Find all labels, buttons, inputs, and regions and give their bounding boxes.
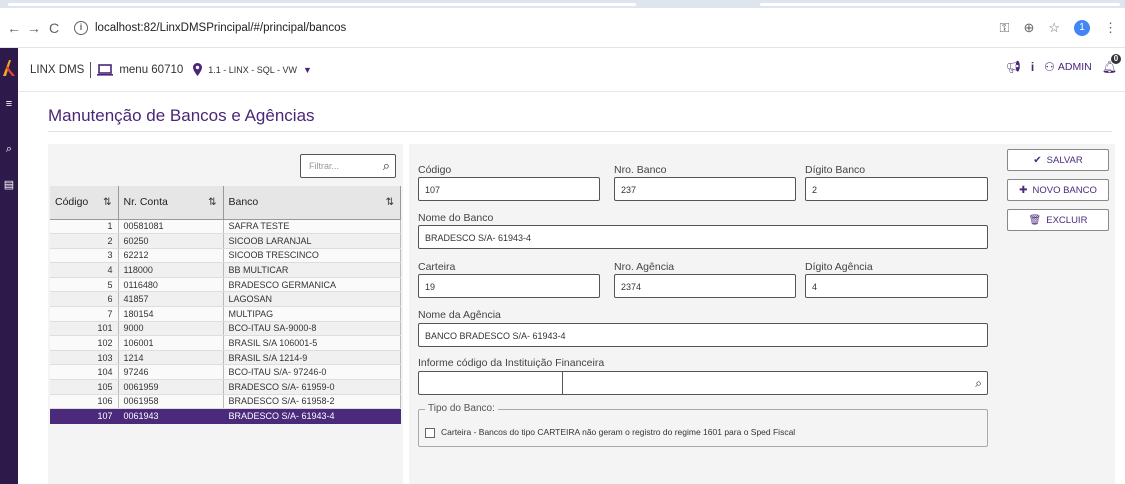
reload-icon[interactable]: C	[44, 20, 64, 36]
filter-input[interactable]: Filtrar... ⌕	[300, 154, 396, 178]
forward-icon[interactable]: →	[24, 20, 44, 36]
table-row[interactable]: 7 180154 MULTIPAG	[50, 306, 401, 322]
location-selector[interactable]: 1.1 - LINX - SQL - VW ▼	[193, 63, 312, 76]
menu-indicator[interactable]: menu 60710	[97, 64, 183, 76]
profile-avatar[interactable]: 1	[1074, 20, 1090, 36]
column-header-codigo[interactable]: Código ⇅	[50, 186, 119, 220]
nome-banco-field[interactable]: BRADESCO S/A- 61943-4	[418, 225, 988, 249]
browser-actions: ⚿ ⊕ ☆ 1 ⋮	[1000, 20, 1117, 36]
instituicao-label: Informe código da Instituição Financeira	[418, 357, 605, 369]
carteira-checkbox[interactable]	[425, 428, 435, 438]
table-row[interactable]: 105 0061959 BRADESCO S/A- 61959-0	[50, 379, 401, 395]
table-row[interactable]: 104 97246 BCO-ITAU S/A- 97246-0	[50, 364, 401, 381]
save-button[interactable]: ✔ SALVAR	[1007, 149, 1109, 171]
zoom-icon[interactable]: ⊕	[1023, 20, 1034, 36]
delete-button[interactable]: 🗑︎ EXCLUIR	[1007, 209, 1109, 231]
bank-list-panel: Filtrar... ⌕ Código ⇅ Nr. Conta ⇅ Banco …	[48, 144, 403, 484]
tipo-banco-group: Tipo do Banco: Carteira - Bancos do tipo…	[418, 403, 988, 447]
column-header-banco[interactable]: Banco ⇅	[223, 186, 401, 220]
browser-tab-strip	[0, 0, 1125, 8]
nro-agencia-field[interactable]: 2374	[614, 274, 796, 298]
user-menu[interactable]: ⚇ ADMIN	[1044, 60, 1092, 74]
nro-agencia-label: Nro. Agência	[614, 261, 675, 273]
star-icon[interactable]: ☆	[1048, 20, 1060, 36]
app-name: LINX DMS	[30, 63, 85, 76]
column-header-conta[interactable]: Nr. Conta ⇅	[118, 186, 224, 220]
chevron-down-icon[interactable]: ▼	[303, 65, 312, 75]
key-icon[interactable]: ⚿	[1000, 20, 1010, 36]
table-row-selected[interactable]: 107 0061943 BRADESCO S/A- 61943-4	[50, 408, 401, 424]
title-divider	[48, 131, 1112, 132]
menu-icon[interactable]: ≡	[3, 98, 15, 110]
site-info-icon[interactable]: i	[74, 20, 88, 35]
table-row[interactable]: 1 00581081 SAFRA TESTE	[50, 219, 401, 235]
digito-banco-label: Dígito Banco	[805, 164, 866, 176]
info-icon[interactable]: i	[1031, 60, 1034, 74]
sort-icon[interactable]: ⇅	[208, 197, 216, 208]
user-name: ADMIN	[1057, 61, 1092, 73]
url-field[interactable]: i localhost:82/LinxDMSPrincipal/#/princi…	[74, 20, 347, 35]
sort-icon[interactable]: ⇅	[386, 197, 394, 208]
table-row[interactable]: 2 60250 SICOOB LARANJAL	[50, 233, 401, 249]
actions-panel: ✔ SALVAR ✚ NOVO BANCO 🗑︎ EXCLUIR	[997, 144, 1115, 484]
trash-icon: 🗑︎	[1028, 214, 1042, 226]
digito-banco-field[interactable]: 2	[805, 177, 988, 201]
table-row[interactable]: 6 41857 LAGOSAN	[50, 291, 401, 308]
page-title: Manutenção de Bancos e Agências	[48, 106, 315, 125]
location-pin-icon	[193, 63, 203, 76]
clipboard-icon[interactable]: ▤	[3, 179, 15, 191]
back-icon[interactable]: ←	[4, 20, 24, 36]
nro-banco-label: Nro. Banco	[614, 164, 667, 176]
browser-tab-edge	[8, 3, 636, 6]
app-header: LINX DMS menu 60710 1.1 - LINX - SQL - V…	[18, 48, 1125, 92]
table-row[interactable]: 4 118000 BB MULTICAR	[50, 262, 401, 278]
carteira-label: Carteira	[418, 261, 456, 273]
plus-icon: ✚	[1019, 184, 1028, 196]
bank-table: Código ⇅ Nr. Conta ⇅ Banco ⇅ 1 00581081 SA…	[50, 186, 401, 424]
header-divider	[90, 61, 92, 78]
carteira-checkbox-label: Carteira - Bancos do tipo CARTEIRA não g…	[441, 427, 796, 437]
codigo-label: Código	[418, 164, 452, 176]
monitor-icon	[97, 63, 114, 76]
megaphone-icon[interactable]: 📢︎	[1006, 60, 1021, 74]
new-bank-button[interactable]: ✚ NOVO BANCO	[1007, 179, 1109, 201]
url-text: localhost:82/LinxDMSPrincipal/#/principa…	[95, 21, 347, 34]
instituicao-lookup: ⌕	[418, 371, 988, 395]
menu-number: menu 60710	[119, 63, 184, 76]
tipo-banco-legend: Tipo do Banco:	[425, 403, 498, 414]
header-actions: 📢︎ i ⚇ ADMIN 🔔︎ 0	[1006, 54, 1121, 74]
table-row[interactable]: 5 0116480 BRADESCO GERMANICA	[50, 277, 401, 293]
nome-agencia-label: Nome da Agência	[418, 309, 501, 321]
sort-icon[interactable]: ⇅	[103, 197, 111, 208]
search-icon[interactable]: ⌕	[383, 158, 390, 174]
table-row[interactable]: 102 106001 BRASIL S/A 106001-5	[50, 335, 401, 351]
table-row[interactable]: 101 9000 BCO-ITAU SA-9000-8	[50, 321, 401, 337]
location-text: 1.1 - LINX - SQL - VW	[208, 64, 297, 75]
instituicao-code-input[interactable]	[419, 372, 563, 394]
carteira-field[interactable]: 19	[418, 274, 600, 298]
nro-banco-field[interactable]: 237	[614, 177, 796, 201]
linx-logo-icon[interactable]	[3, 60, 15, 76]
digito-agencia-label: Dígito Agência	[805, 261, 873, 273]
search-icon[interactable]: ⌕	[975, 376, 982, 391]
filter-placeholder: Filtrar...	[309, 161, 340, 171]
nome-agencia-field[interactable]: BANCO BRADESCO S/A- 61943-4	[418, 323, 988, 347]
table-row[interactable]: 3 62212 SICOOB TRESCINCO	[50, 248, 401, 264]
browser-tab-edge	[760, 3, 1120, 6]
user-icon: ⚇	[1044, 60, 1055, 74]
codigo-field[interactable]: 107	[418, 177, 600, 201]
browser-address-bar: ← → C i localhost:82/LinxDMSPrincipal/#/…	[0, 8, 1125, 48]
bank-form-panel: Código 107 Nro. Banco 237 Dígito Banco 2…	[409, 144, 997, 484]
check-icon: ✔	[1033, 154, 1042, 166]
app-sidebar: ≡ ⌕ ▤	[0, 48, 18, 484]
table-row[interactable]: 106 0061958 BRADESCO S/A- 61958-2	[50, 394, 401, 410]
digito-agencia-field[interactable]: 4	[805, 274, 988, 298]
notification-badge: 0	[1111, 54, 1121, 64]
notification-bell[interactable]: 🔔︎ 0	[1102, 54, 1121, 74]
nome-banco-label: Nome do Banco	[418, 212, 494, 224]
table-row[interactable]: 103 1214 BRASIL S/A 1214-9	[50, 350, 401, 366]
search-icon[interactable]: ⌕	[3, 143, 15, 155]
more-menu-icon[interactable]: ⋮	[1104, 20, 1117, 36]
